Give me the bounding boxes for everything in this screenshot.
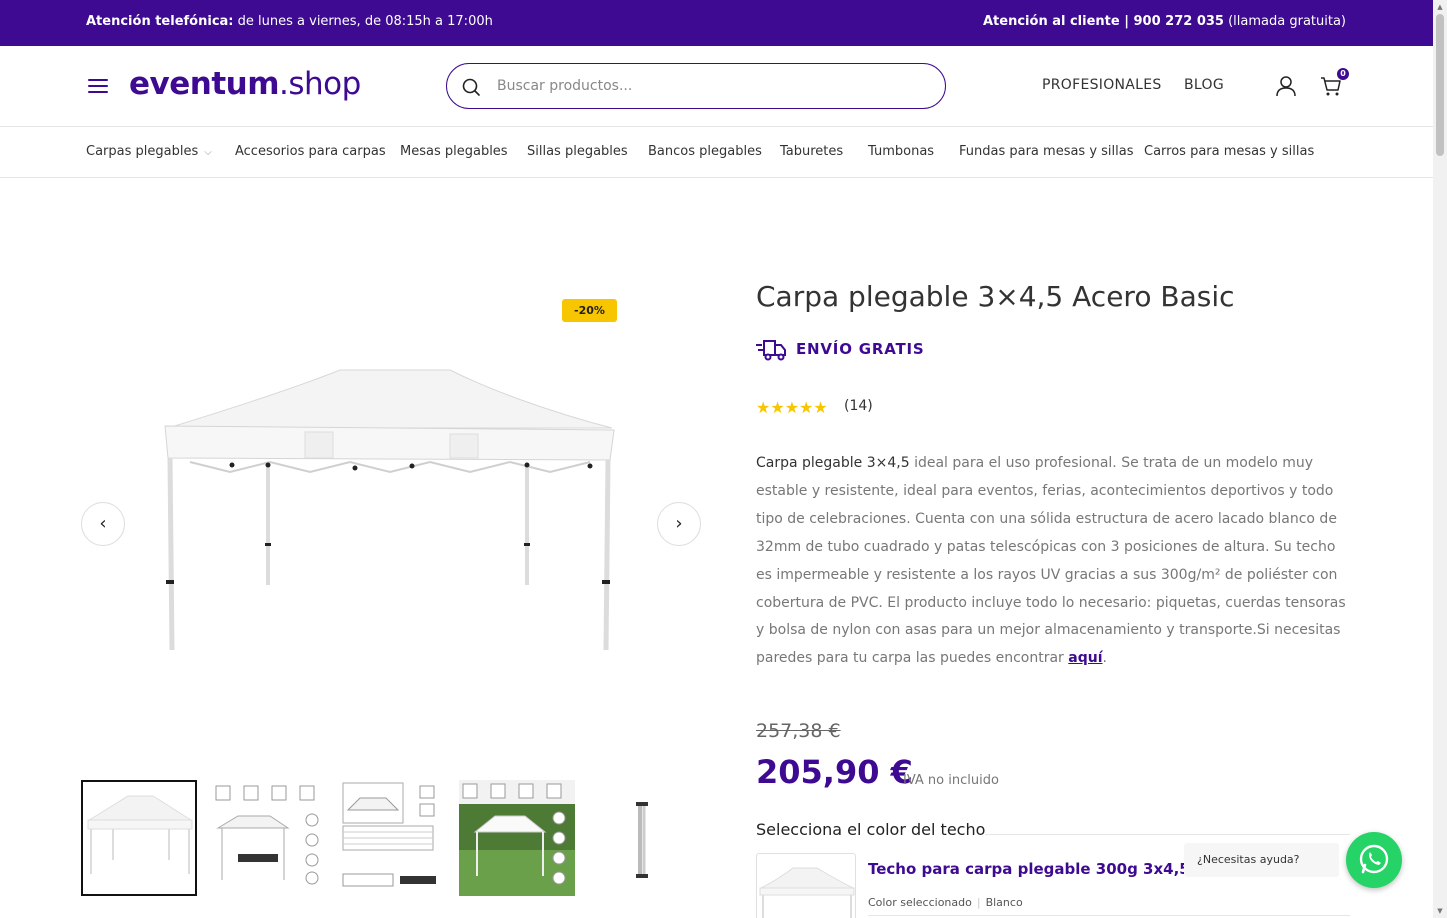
current-price: 205,90 €	[756, 753, 913, 791]
site-header: eventum.shop PROFESIONALES BLOG 0	[0, 46, 1433, 127]
thumbnail-4[interactable]	[459, 780, 575, 896]
product-main-image[interactable]	[150, 360, 630, 660]
description-strong: Carpa plegable 3×4,5	[756, 455, 910, 471]
scrollbar[interactable]: ▲ ▼	[1433, 0, 1447, 918]
option-selected-value: Blanco	[985, 896, 1023, 909]
category-tumbonas[interactable]: Tumbonas	[868, 144, 934, 159]
star-rating-icon: ★★★★★	[756, 398, 828, 417]
option-selected-color: Color seleccionado | Blanco	[868, 896, 1023, 909]
product-title: Carpa plegable 3×4,5 Acero Basic	[756, 280, 1235, 313]
divider	[985, 834, 1350, 835]
whatsapp-icon	[1359, 844, 1389, 874]
category-label: Carpas plegables	[86, 144, 199, 159]
whatsapp-button[interactable]	[1346, 832, 1402, 888]
discount-badge: -20%	[562, 299, 617, 322]
thumbnail-1[interactable]	[81, 780, 197, 896]
color-heading: Selecciona el color del techo	[756, 820, 986, 839]
search-bar[interactable]	[446, 63, 946, 109]
thumbnail-5[interactable]	[584, 780, 700, 896]
customer-service-note: (llamada gratuita)	[1228, 14, 1346, 29]
option-selected-label: Color seleccionado	[868, 896, 972, 909]
option-image[interactable]	[756, 853, 856, 918]
nav-profesionales[interactable]: PROFESIONALES	[1042, 77, 1162, 93]
search-input[interactable]	[497, 74, 917, 98]
customer-service-phone[interactable]: Atención al cliente | 900 272 035	[983, 14, 1224, 29]
category-carros[interactable]: Carros para mesas y sillas	[1144, 144, 1314, 159]
divider	[868, 915, 1350, 916]
thumbnail-3[interactable]	[340, 780, 456, 896]
cart-count-badge: 0	[1337, 68, 1349, 80]
category-accesorios[interactable]: Accesorios para carpas	[235, 144, 386, 159]
description-body: ideal para el uso profesional. Se trata …	[756, 455, 1346, 667]
option-title[interactable]: Techo para carpa plegable 300g 3x4,5	[868, 860, 1190, 878]
category-fundas[interactable]: Fundas para mesas y sillas	[959, 144, 1134, 159]
thumbnail-2[interactable]	[208, 780, 324, 896]
tax-note: IVA no incluido	[903, 773, 999, 788]
gallery-next-button[interactable]: ›	[657, 502, 701, 546]
free-shipping-label: ENVÍO GRATIS	[796, 340, 925, 358]
category-mesas[interactable]: Mesas plegables	[400, 144, 508, 159]
customer-service[interactable]: Atención al cliente | 900 272 035 (llama…	[983, 14, 1346, 29]
scroll-up-icon[interactable]: ▲	[1436, 3, 1444, 11]
search-icon[interactable]	[461, 77, 481, 97]
description-end: .	[1102, 650, 1107, 667]
category-nav: Carpas plegables ⌵ Accesorios para carpas…	[0, 127, 1433, 178]
product-description: Carpa plegable 3×4,5 ideal para el uso p…	[756, 450, 1350, 673]
nav-blog[interactable]: BLOG	[1184, 77, 1224, 93]
logo-light: .shop	[279, 66, 361, 102]
user-icon[interactable]	[1275, 75, 1297, 97]
old-price: 257,38 €	[756, 720, 841, 742]
phone-hours: Atención telefónica: de lunes a viernes,…	[86, 14, 493, 29]
description-link[interactable]: aquí	[1068, 650, 1102, 666]
category-carpas-plegables[interactable]: Carpas plegables ⌵	[86, 144, 212, 159]
help-bubble[interactable]: ¿Necesitas ayuda?	[1184, 843, 1339, 877]
category-bancos[interactable]: Bancos plegables	[648, 144, 762, 159]
rating-count[interactable]: (14)	[844, 398, 873, 414]
phone-hours-label: Atención telefónica:	[86, 14, 234, 29]
logo-bold: eventum	[129, 66, 280, 102]
chevron-left-icon: ‹	[99, 513, 107, 534]
scroll-down-icon[interactable]: ▼	[1436, 907, 1444, 915]
category-sillas[interactable]: Sillas plegables	[527, 144, 628, 159]
delivery-truck-icon	[756, 340, 786, 361]
menu-icon[interactable]	[88, 79, 108, 94]
chevron-right-icon: ›	[675, 513, 683, 534]
gallery-prev-button[interactable]: ‹	[81, 502, 125, 546]
top-info-bar: Atención telefónica: de lunes a viernes,…	[0, 0, 1433, 46]
category-taburetes[interactable]: Taburetes	[780, 144, 843, 159]
scroll-thumb[interactable]	[1436, 14, 1444, 156]
chevron-down-icon: ⌵	[204, 147, 212, 158]
site-logo[interactable]: eventum.shop	[129, 66, 361, 102]
phone-hours-text: de lunes a viernes, de 08:15h a 17:00h	[237, 14, 493, 29]
